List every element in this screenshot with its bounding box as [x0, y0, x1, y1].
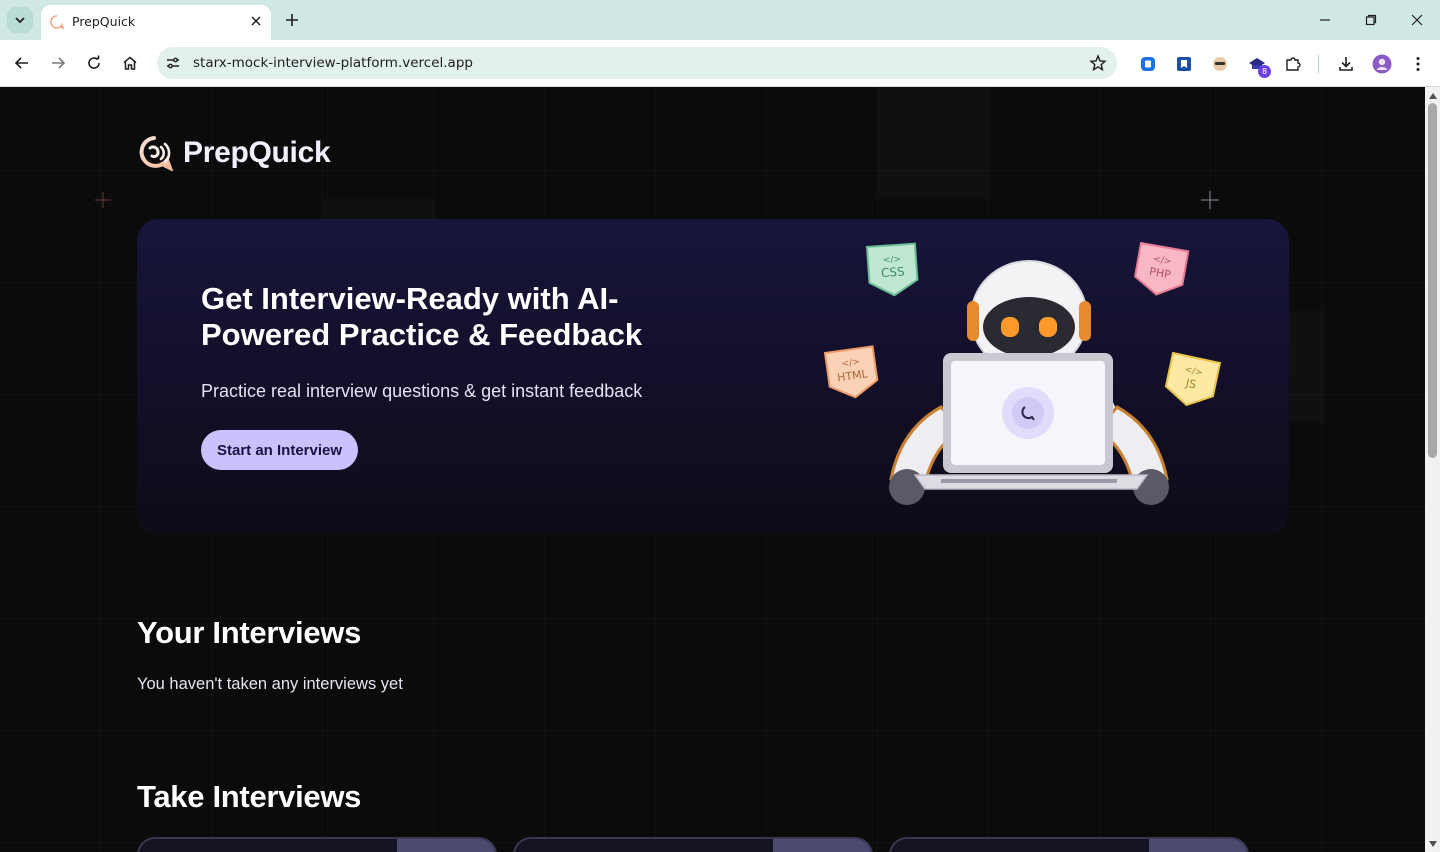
interview-card-tag: [773, 839, 871, 852]
grid-highlight: [323, 199, 434, 219]
scroll-up-arrow[interactable]: [1428, 91, 1437, 100]
start-interview-button[interactable]: Start an Interview: [201, 430, 359, 470]
your-interviews-heading: Your Interviews: [137, 615, 362, 650]
extension-badge-count: 8: [1258, 65, 1271, 78]
close-icon: [1411, 14, 1423, 26]
js-badge: </> JS: [1164, 351, 1222, 407]
chevron-down-icon: [15, 17, 25, 24]
profile-avatar[interactable]: [1371, 53, 1393, 75]
restore-icon: [1365, 14, 1377, 26]
new-tab-button[interactable]: [282, 10, 302, 30]
robot-laptop-illustration: </> CSS </> PHP </> HTML </> JS: [823, 241, 1222, 505]
hero-banner: Get Interview-Ready with AI-Powered Prac…: [137, 219, 1289, 535]
page-scrollbar[interactable]: [1425, 87, 1440, 852]
downloads-icon[interactable]: [1335, 53, 1357, 75]
url-text: starx-mock-interview-platform.vercel.app: [193, 55, 473, 71]
scroll-down-arrow[interactable]: [1428, 839, 1437, 848]
html-badge: </> HTML: [823, 345, 879, 399]
css-badge: </> CSS: [865, 242, 919, 297]
interview-card[interactable]: [513, 837, 873, 852]
minimize-button[interactable]: [1315, 10, 1335, 30]
extension-bookmark-icon[interactable]: [1173, 53, 1195, 75]
prepquick-favicon: [50, 15, 65, 30]
take-interviews-heading: Take Interviews: [137, 779, 362, 814]
plus-icon: [286, 14, 298, 26]
brand-logo[interactable]: PrepQuick: [136, 135, 331, 171]
sparkle-icon: [95, 192, 111, 208]
browser-tab[interactable]: PrepQuick: [41, 5, 271, 40]
arrow-left-icon: [14, 57, 28, 69]
interview-card[interactable]: [137, 837, 497, 852]
css-badge-label: CSS: [881, 264, 906, 280]
grid-highlight: [878, 87, 989, 199]
reload-button[interactable]: [84, 53, 104, 73]
toolbar-separator: [1318, 55, 1319, 73]
tab-search-button[interactable]: [7, 7, 33, 33]
bookmark-star-icon[interactable]: [1089, 54, 1107, 72]
minimize-icon: [1320, 19, 1330, 21]
arrow-right-icon: [52, 57, 66, 69]
site-info-icon[interactable]: [165, 55, 181, 71]
tab-close-button[interactable]: [248, 13, 264, 29]
close-icon: [251, 16, 261, 26]
browser-toolbar: starx-mock-interview-platform.vercel.app…: [0, 40, 1440, 87]
brand-name: PrepQuick: [183, 136, 331, 169]
restore-button[interactable]: [1361, 10, 1381, 30]
window-close-button[interactable]: [1407, 10, 1427, 30]
extensions-puzzle-icon[interactable]: [1282, 53, 1304, 75]
tab-strip: PrepQuick: [0, 0, 1440, 40]
triangle-up-icon: [1428, 92, 1437, 99]
home-icon: [123, 56, 137, 70]
hero-title: Get Interview-Ready with AI-Powered Prac…: [201, 281, 643, 352]
grid-highlight: [1289, 311, 1325, 423]
interview-card-tag: [397, 839, 495, 852]
back-button[interactable]: [12, 53, 32, 73]
interview-card[interactable]: [889, 837, 1249, 852]
triangle-down-icon: [1428, 840, 1437, 847]
reload-icon: [88, 55, 100, 69]
home-button[interactable]: [120, 53, 140, 73]
php-badge: </> PHP: [1134, 241, 1190, 296]
forward-button[interactable]: [48, 53, 68, 73]
no-interviews-message: You haven't taken any interviews yet: [137, 675, 403, 693]
hero-subtitle: Practice real interview questions & get …: [201, 381, 643, 401]
more-menu-icon[interactable]: [1407, 53, 1429, 75]
sparkle-icon: [1201, 191, 1219, 209]
chat-bubble-logo-icon: [139, 136, 174, 171]
tab-title: PrepQuick: [72, 14, 136, 29]
interview-card-tag: [1149, 839, 1247, 852]
page-viewport: PrepQuick Get Interview-Ready with AI-Po…: [0, 87, 1425, 852]
scroll-thumb[interactable]: [1428, 103, 1437, 458]
extension-blue-icon[interactable]: [1137, 53, 1159, 75]
extension-face-icon[interactable]: [1209, 53, 1231, 75]
address-bar[interactable]: starx-mock-interview-platform.vercel.app: [157, 47, 1117, 79]
extension-badge-icon[interactable]: 8: [1246, 53, 1271, 78]
